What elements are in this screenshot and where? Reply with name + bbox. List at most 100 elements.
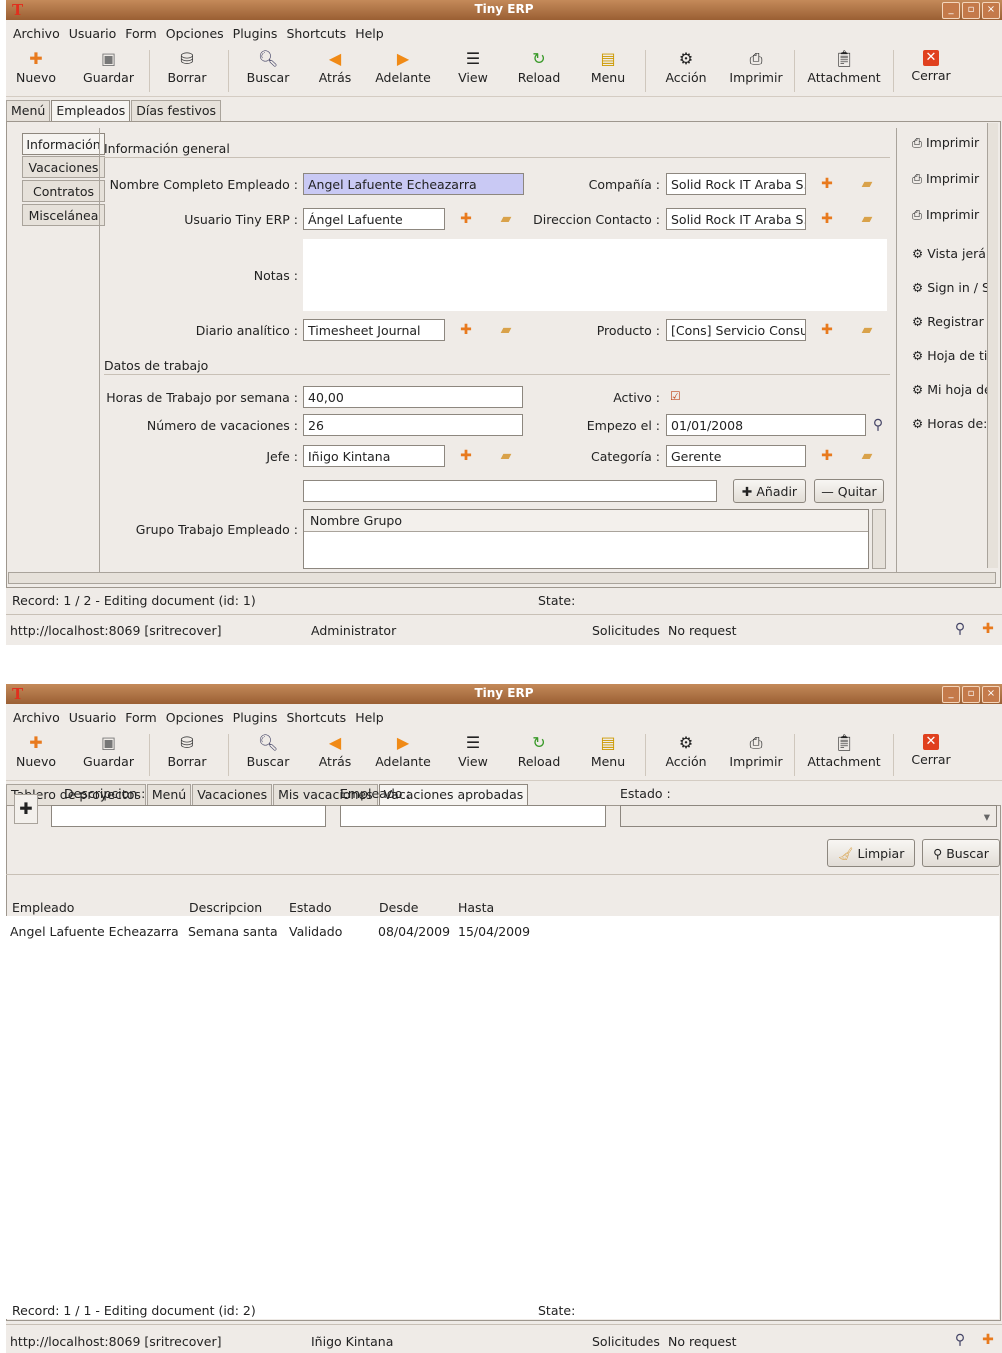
close-button[interactable]: ✕ Cerrar (906, 734, 956, 767)
back-button[interactable]: ◀ Atrás (315, 734, 355, 770)
remove-button[interactable]: — Quitar (814, 479, 884, 503)
menu-archivo[interactable]: Archivo (9, 706, 65, 728)
vtab-contratos[interactable]: Contratos (22, 180, 105, 202)
grupo-column-header[interactable]: Nombre Grupo (304, 510, 868, 532)
side-action-6[interactable]: ⚙ Horas de: (912, 416, 996, 431)
new-direccion-icon[interactable]: ✚ (817, 210, 837, 228)
close-window-button[interactable]: × (982, 2, 1000, 19)
clear-button[interactable]: 🧹︎ Limpiar (827, 839, 915, 867)
usuario-field[interactable]: Ángel Lafuente (303, 208, 445, 230)
vtab-miscelanea[interactable]: Miscelánea (22, 204, 105, 226)
forward-button[interactable]: ▶ Adelante (373, 734, 433, 770)
vacaciones-spin[interactable]: 26 (303, 414, 523, 436)
action-button[interactable]: ⚙ Acción (662, 734, 710, 770)
filter-descripcion-input[interactable] (51, 805, 326, 827)
side-scrollbar[interactable] (987, 123, 998, 568)
column-empleado[interactable]: Empleado (12, 900, 74, 915)
reload-button[interactable]: ↻ Reload (515, 50, 563, 86)
open-usuario-icon[interactable]: ▰ (496, 210, 516, 228)
menu-plugins[interactable]: Plugins (229, 706, 283, 728)
requests-new-icon[interactable]: ✚ (978, 1331, 998, 1349)
diario-field[interactable]: Timesheet Journal (303, 319, 445, 341)
close-window-button[interactable]: × (982, 686, 1000, 703)
close-button[interactable]: ✕ Cerrar (906, 50, 956, 83)
filter-empleado-input[interactable] (340, 805, 606, 827)
filter-estado-select[interactable]: ▾ (620, 805, 997, 827)
requests-search-icon[interactable]: ⚲ (950, 620, 970, 638)
horas-spin[interactable]: 40,00 (303, 386, 523, 408)
delete-button[interactable]: ⛁ Borrar (164, 50, 210, 86)
menu-archivo[interactable]: Archivo (9, 22, 65, 44)
menu-shortcuts[interactable]: Shortcuts (282, 706, 351, 728)
menu-usuario[interactable]: Usuario (65, 22, 122, 44)
minimize-button[interactable]: _ (942, 2, 960, 19)
attachment-button[interactable]: 📋︎ Attachment (804, 734, 884, 770)
jefe-field[interactable]: Iñigo Kintana (303, 445, 445, 467)
maximize-button[interactable]: ▫ (962, 686, 980, 703)
column-descripcion[interactable]: Descripcion (189, 900, 262, 915)
delete-button[interactable]: ⛁ Borrar (164, 734, 210, 770)
column-desde[interactable]: Desde (379, 900, 418, 915)
side-print-1[interactable]: ⎙ Imprimir (912, 135, 996, 151)
find-button[interactable]: 🔍︎ Buscar (243, 734, 293, 770)
table-row[interactable]: Angel Lafuente Echeazarra Semana santa V… (6, 922, 606, 942)
save-button[interactable]: ▣ Guardar (81, 50, 136, 86)
open-diario-icon[interactable]: ▰ (496, 321, 516, 339)
open-producto-icon[interactable]: ▰ (857, 321, 877, 339)
producto-field[interactable]: [Cons] Servicio Consu (666, 319, 806, 341)
view-button[interactable]: ☰ View (453, 734, 493, 770)
tab-menu[interactable]: Menú (6, 100, 51, 122)
new-producto-icon[interactable]: ✚ (817, 321, 837, 339)
menu-usuario[interactable]: Usuario (65, 706, 122, 728)
minimize-button[interactable]: _ (942, 686, 960, 703)
reload-button[interactable]: ↻ Reload (515, 734, 563, 770)
column-hasta[interactable]: Hasta (458, 900, 494, 915)
save-button[interactable]: ▣ Guardar (81, 734, 136, 770)
menu-shortcuts[interactable]: Shortcuts (282, 22, 351, 44)
new-categoria-icon[interactable]: ✚ (817, 447, 837, 465)
new-jefe-icon[interactable]: ✚ (456, 447, 476, 465)
compania-field[interactable]: Solid Rock IT Araba S. (666, 173, 806, 195)
menu-help[interactable]: Help (351, 706, 389, 728)
open-direccion-icon[interactable]: ▰ (857, 210, 877, 228)
side-print-2[interactable]: ⎙ Imprimir (912, 171, 996, 187)
direccion-field[interactable]: Solid Rock IT Araba S. (666, 208, 806, 230)
empezo-date[interactable]: 01/01/2008 (666, 414, 866, 436)
forward-button[interactable]: ▶ Adelante (373, 50, 433, 86)
menu-button[interactable]: ▤ Menu (588, 50, 628, 86)
grupo-scrollbar[interactable] (872, 509, 886, 569)
requests-search-icon[interactable]: ⚲ (950, 1331, 970, 1349)
menu-help[interactable]: Help (351, 22, 389, 44)
action-button[interactable]: ⚙ Acción (662, 50, 710, 86)
horizontal-scrollbar[interactable] (8, 572, 996, 584)
categoria-field[interactable]: Gerente (666, 445, 806, 467)
side-action-4[interactable]: ⚙ Hoja de ti (912, 348, 996, 363)
menu-form[interactable]: Form (121, 706, 162, 728)
new-compania-icon[interactable]: ✚ (817, 175, 837, 193)
side-action-2[interactable]: ⚙ Sign in / S (912, 280, 996, 295)
vtab-vacaciones[interactable]: Vacaciones (22, 156, 105, 178)
notas-textarea[interactable] (303, 239, 887, 311)
find-button[interactable]: 🔍︎ Buscar (243, 50, 293, 86)
side-action-1[interactable]: ⚙ Vista jerá (912, 246, 996, 261)
side-action-3[interactable]: ⚙ Registrar (912, 314, 996, 329)
open-jefe-icon[interactable]: ▰ (496, 447, 516, 465)
tab-menu[interactable]: Menú (146, 784, 192, 806)
tab-dias-festivos[interactable]: Días festivos (131, 100, 222, 122)
search-button[interactable]: ⚲ Buscar (922, 839, 1000, 867)
column-estado[interactable]: Estado (289, 900, 332, 915)
grupo-search-input[interactable] (303, 480, 717, 502)
print-button[interactable]: ⎙ Imprimir (725, 50, 787, 86)
menu-form[interactable]: Form (121, 22, 162, 44)
side-print-3[interactable]: ⎙ Imprimir (912, 207, 996, 223)
requests-new-icon[interactable]: ✚ (978, 620, 998, 638)
view-button[interactable]: ☰ View (453, 50, 493, 86)
attachment-button[interactable]: 📋︎ Attachment (804, 50, 884, 86)
back-button[interactable]: ◀ Atrás (315, 50, 355, 86)
new-button[interactable]: ✚ Nuevo (16, 50, 56, 86)
activo-checkbox[interactable]: ☑ (670, 390, 682, 402)
print-button[interactable]: ⎙ Imprimir (725, 734, 787, 770)
add-button[interactable]: ✚ Añadir (733, 479, 806, 503)
new-button[interactable]: ✚ Nuevo (16, 734, 56, 770)
new-usuario-icon[interactable]: ✚ (456, 210, 476, 228)
